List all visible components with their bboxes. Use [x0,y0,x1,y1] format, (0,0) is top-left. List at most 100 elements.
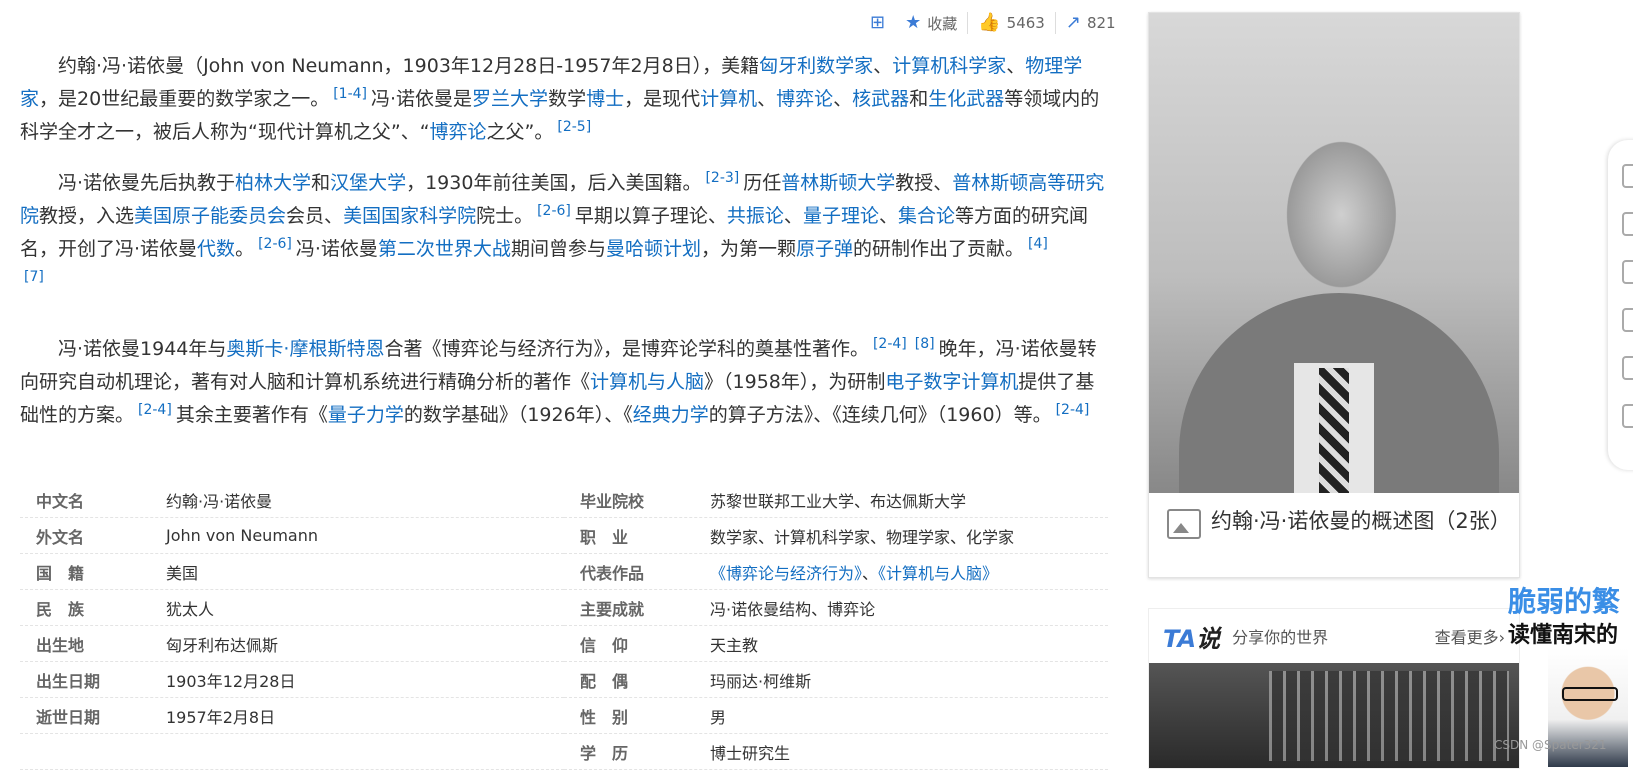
floating-side-toolbar [1608,140,1633,470]
citation[interactable]: [8] [915,336,935,352]
link-manhattan-project[interactable]: 曼哈顿计划 [606,238,701,260]
text: 冯·诺依曼 [295,238,378,260]
link-electronic-digital-computer[interactable]: 电子数字计算机 [885,371,1018,393]
info-column-right: 毕业院校 苏黎世联邦工业大学、布达佩斯大学 职 业 数学家、计算机科学家、物理学家、… [564,482,1108,770]
citation[interactable]: [2-5] [557,119,591,135]
ad-glasses-shape [1562,687,1618,701]
citation[interactable]: [1-4] [333,86,367,102]
caption-text: 约翰·冯·诺依曼的概述图（2张） [1211,509,1511,533]
ta-say-card: TA说 分享你的世界 查看更多› [1148,608,1520,769]
info-value: 冯·诺依曼结构、博弈论 [710,599,876,619]
ad-subtitle[interactable]: 读懂南宋的 [1508,617,1618,649]
info-row: 毕业院校 苏黎世联邦工业大学、布达佩斯大学 [564,482,1108,518]
citation[interactable]: [2-4] [138,402,172,418]
text: 。 [235,238,255,260]
link-world-war-ii[interactable]: 第二次世界大战 [378,238,511,260]
article-summary: 约翰·冯·诺依曼（John von Neumann，1903年12月28日-19… [20,50,1110,450]
link-quantum-mechanics[interactable]: 量子力学 [328,404,404,426]
text: 其余主要著作有《 [175,404,328,426]
info-value: John von Neumann [166,526,318,545]
citation[interactable]: [2-6] [537,203,571,219]
info-key: 学 历 [580,743,629,763]
plus-square-icon: ⊞ [870,12,886,33]
text: 的研制作出了贡献。 [853,238,1025,260]
link-set-theory[interactable]: 集合论 [898,205,955,227]
link-game-theory-book[interactable]: 《博弈论与经济行为》 [710,564,862,583]
link-hungarian-mathematician[interactable]: 匈牙利数学家 [759,55,873,77]
link-quantum-theory[interactable]: 量子理论 [803,205,879,227]
link-classical-mechanics[interactable]: 经典力学 [633,404,709,426]
link-algebra[interactable]: 代数 [197,238,235,260]
link-atomic-energy-commission[interactable]: 美国原子能委员会 [134,205,286,227]
link-biochemical-weapon[interactable]: 生化武器 [928,88,1004,110]
text: 早期以算子理论、 [574,205,727,227]
link-nuclear-weapon[interactable]: 核武器 [852,88,909,110]
logo-text: 说 [1196,624,1221,653]
collect-button[interactable]: ★ 收藏 [895,13,967,34]
citation[interactable]: [2-6] [258,236,292,252]
ta-say-image[interactable] [1149,663,1519,768]
info-value: 1903年12月28日 [166,671,296,691]
link-resonance-theory[interactable]: 共振论 [727,205,784,227]
info-key: 毕业院校 [580,491,645,511]
thumbs-up-icon: 👍 [978,12,1001,33]
link-berlin-university[interactable]: 柏林大学 [235,172,311,194]
info-value: 博士研究生 [710,743,791,763]
collect-label: 收藏 [927,14,958,33]
link-national-academy-of-sciences[interactable]: 美国国家科学院 [343,205,476,227]
add-button[interactable]: ⊞ [860,14,895,32]
link-atomic-bomb[interactable]: 原子弹 [796,238,853,260]
like-icon[interactable] [1622,260,1633,284]
text: 、 [783,205,803,227]
info-key: 代表作品 [580,563,645,583]
ad-title[interactable]: 脆弱的繁 [1508,580,1620,620]
gift-icon[interactable] [1622,164,1633,188]
link-eotvos-university[interactable]: 罗兰大学 [472,88,548,110]
link-computer-and-brain[interactable]: 计算机与人脑 [590,371,704,393]
citation[interactable]: [2-4] [1056,402,1090,418]
info-row-empty [20,734,564,770]
logo-text: TA [1163,624,1197,653]
citation[interactable]: [7] [24,269,44,285]
link-computer-scientist[interactable]: 计算机科学家 [892,55,1006,77]
link-oskar-morgenstern[interactable]: 奥斯卡·摩根斯特恩 [226,338,384,360]
link-doctor[interactable]: 博士 [586,88,624,110]
info-key: 逝世日期 [36,707,101,727]
info-value-link-ethnicity[interactable]: 犹太人 [166,596,564,620]
citation[interactable]: [2-3] [705,170,739,186]
top-icon[interactable] [1622,404,1633,428]
citation[interactable]: [4] [1028,236,1048,252]
summary-paragraph-1: 约翰·冯·诺依曼（John von Neumann，1903年12月28日-19… [20,50,1110,149]
text: 数学 [548,88,587,110]
comment-icon[interactable] [1622,308,1633,332]
view-more-link[interactable]: 查看更多› [1435,624,1505,648]
info-row: 配 偶 玛丽达·柯维斯 [564,662,1108,698]
info-key: 信 仰 [580,635,629,655]
link-hamburg-university[interactable]: 汉堡大学 [330,172,406,194]
info-value-link-nationality[interactable]: 美国 [166,560,564,584]
text: 的数学基础》（1926年）、《 [403,404,633,426]
summary-picture-card[interactable]: 约翰·冯·诺依曼的概述图（2张） [1148,12,1520,578]
share-button[interactable]: ↗ 821 [1056,14,1126,33]
link-computer[interactable]: 计算机 [700,88,757,110]
like-button[interactable]: 👍 5463 [968,12,1055,33]
info-row: 外文名 John von Neumann [20,518,564,554]
info-value: 匈牙利布达佩斯 [166,635,279,655]
link-computer-and-brain-book[interactable]: 《计算机与人脑》 [878,564,998,583]
info-column-left: 中文名 约翰·冯·诺依曼 外文名 John von Neumann 国 籍 美国 民 … [20,482,564,770]
citation[interactable]: [2-4] [873,336,907,352]
share-icon[interactable] [1622,356,1633,380]
info-value: 苏黎世联邦工业大学、布达佩斯大学 [710,491,967,511]
info-key: 出生日期 [36,671,101,691]
link-game-theory-2[interactable]: 博弈论 [430,121,487,143]
text: 的算子方法》、《连续几何》（1960）等。 [708,404,1052,426]
info-value: 《博弈论与经济行为》、《计算机与人脑》 [710,560,1108,584]
text: 和 [909,88,929,110]
portrait-photo[interactable] [1149,13,1519,493]
star-icon[interactable] [1622,212,1633,236]
link-game-theory[interactable]: 博弈论 [776,88,833,110]
info-value-link-religion[interactable]: 天主教 [710,632,1108,656]
text: 约翰·冯·诺依曼（John von Neumann，1903年12月28日-19… [58,55,760,77]
link-princeton-university[interactable]: 普林斯顿大学 [781,172,895,194]
picture-caption[interactable]: 约翰·冯·诺依曼的概述图（2张） [1149,493,1519,551]
